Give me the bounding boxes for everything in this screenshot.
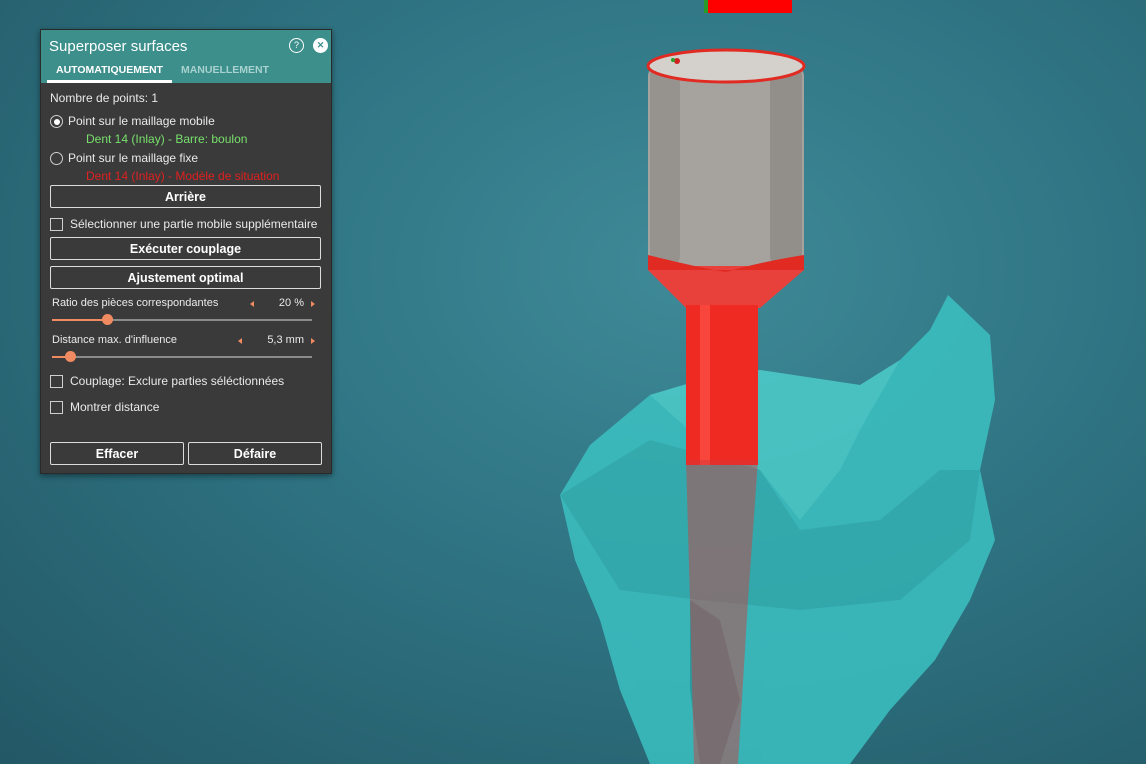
distance-slider-track[interactable] [52,351,312,362]
panel-title: Superposer surfaces [49,38,188,55]
mobile-mesh-name: Dent 14 (Inlay) - Barre: boulon [86,132,248,146]
back-button[interactable]: Arrière [50,185,321,208]
radio-fixed-label: Point sur le maillage fixe [68,151,199,165]
axis-indicator-green [704,0,708,13]
ratio-slider-thumb[interactable] [101,314,113,325]
undo-button[interactable]: Défaire [188,442,322,465]
close-icon[interactable]: ✕ [313,38,328,53]
gingiva-mesh [560,295,995,764]
tab-automatic[interactable]: AUTOMATIQUEMENT [47,62,172,83]
radio-mobile-label: Point sur le maillage mobile [68,114,215,128]
ratio-slider-track[interactable] [52,314,312,325]
checkbox-icon[interactable] [50,375,63,388]
radio-fixed-mesh[interactable]: Point sur le maillage fixe [50,151,198,165]
exclude-parts-label: Couplage: Exclure parties séléctionnées [70,374,285,388]
point-count-label: Nombre de points: 1 [50,91,159,105]
clear-button[interactable]: Effacer [50,442,184,465]
distance-decrease-arrow[interactable] [238,338,242,344]
superpose-surfaces-panel: Superposer surfaces ? ✕ AUTOMATIQUEMENT … [40,29,332,474]
show-distance-label: Montrer distance [70,400,160,414]
distance-slider-label: Distance max. d'influence [52,334,177,346]
tab-manual[interactable]: MANUELLEMENT [172,62,278,83]
panel-header: Superposer surfaces ? ✕ AUTOMATIQUEMENT … [41,30,331,83]
radio-unchecked-icon[interactable] [50,152,63,165]
fixed-mesh-name: Dent 14 (Inlay) - Modèle de situation [86,169,280,183]
distance-increase-arrow[interactable] [311,338,315,344]
radio-mobile-mesh[interactable]: Point sur le maillage mobile [50,114,215,128]
distance-value: 5,3 mm [267,334,304,346]
distance-slider-thumb[interactable] [65,351,77,362]
ratio-slider-label: Ratio des pièces correspondantes [52,297,219,309]
exclude-parts-checkbox[interactable]: Couplage: Exclure parties séléctionnées [50,374,284,388]
help-icon[interactable]: ? [289,38,304,53]
tab-bar: AUTOMATIQUEMENT MANUELLEMENT [47,62,278,83]
ratio-decrease-arrow[interactable] [250,301,254,307]
checkbox-icon[interactable] [50,218,63,231]
radio-checked-icon[interactable] [50,115,63,128]
best-fit-button[interactable]: Ajustement optimal [50,266,321,289]
show-distance-checkbox[interactable]: Montrer distance [50,400,159,414]
ratio-increase-arrow[interactable] [311,301,315,307]
checkbox-icon[interactable] [50,401,63,414]
extra-mobile-part-checkbox[interactable]: Sélectionner une partie mobile supplémen… [50,217,317,231]
ratio-value: 20 % [278,297,304,309]
execute-coupling-button[interactable]: Exécuter couplage [50,237,321,260]
extra-mobile-part-label: Sélectionner une partie mobile supplémen… [70,217,318,231]
ratio-slider-fill [52,319,107,321]
axis-indicator-red [708,0,792,13]
